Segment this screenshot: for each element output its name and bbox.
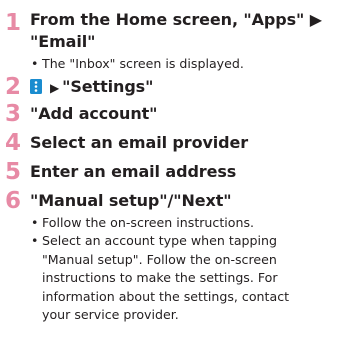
note-text: The "Inbox" screen is displayed.	[42, 56, 244, 71]
note-line: Select an account type when tapping	[42, 233, 278, 248]
note-text: Follow the on-screen instructions.	[42, 214, 255, 230]
menu-icon	[30, 78, 42, 100]
step-number: 2	[5, 73, 22, 100]
step-3: 3 "Add account"	[0, 100, 355, 127]
note-line: your service provider.	[42, 307, 179, 322]
step-number: 5	[5, 158, 22, 185]
step-line: "Email"	[30, 32, 96, 51]
bullet: •	[31, 214, 39, 230]
step-number: 4	[5, 129, 22, 156]
step-number: 3	[5, 100, 22, 127]
step-number: 1	[5, 10, 22, 36]
step-text: ▶ "Settings"	[30, 76, 355, 100]
arrow-icon: ▶	[50, 80, 60, 95]
note-line: "Manual setup". Follow the on-screen	[42, 251, 277, 267]
step-notes: • The "Inbox" screen is displayed.	[30, 55, 355, 74]
step-text: Select an email provider	[30, 132, 249, 152]
bullet: •	[31, 233, 39, 248]
manual-page: { "steps": [ { "number": "1", "lines": […	[0, 0, 355, 343]
step-text: From the Home screen, "Apps" ▶ "Email"	[30, 0, 355, 53]
step-4: 4 Select an email provider	[0, 129, 355, 156]
step-1: 1 From the Home screen, "Apps" ▶ "Email"…	[0, 0, 355, 74]
steps-list: 1 From the Home screen, "Apps" ▶ "Email"…	[0, 0, 355, 325]
note-item: • The "Inbox" screen is displayed.	[30, 55, 355, 74]
step-number: 6	[5, 187, 22, 214]
note-item: • Select an account type when tapping "M…	[30, 232, 355, 325]
note-line: instructions to make the settings. For	[42, 270, 278, 285]
step-6: 6 "Manual setup"/"Next" • Follow the on-…	[0, 187, 355, 325]
step-notes: • Follow the on-screen instructions. • S…	[30, 214, 355, 325]
step-text: Enter an email address	[30, 161, 237, 181]
step-text: "Manual setup"/"Next"	[30, 190, 232, 210]
note-item: • Follow the on-screen instructions.	[30, 214, 355, 233]
bullet: •	[31, 56, 39, 71]
step-2: 2 ▶ "Settings"	[0, 73, 355, 100]
note-line: information about the settings, contact	[42, 288, 290, 304]
step-text: "Add account"	[30, 103, 158, 123]
step-line: "Settings"	[62, 76, 154, 96]
step-5: 5 Enter an email address	[0, 158, 355, 185]
step-line: From the Home screen, "Apps" ▶	[30, 10, 322, 29]
